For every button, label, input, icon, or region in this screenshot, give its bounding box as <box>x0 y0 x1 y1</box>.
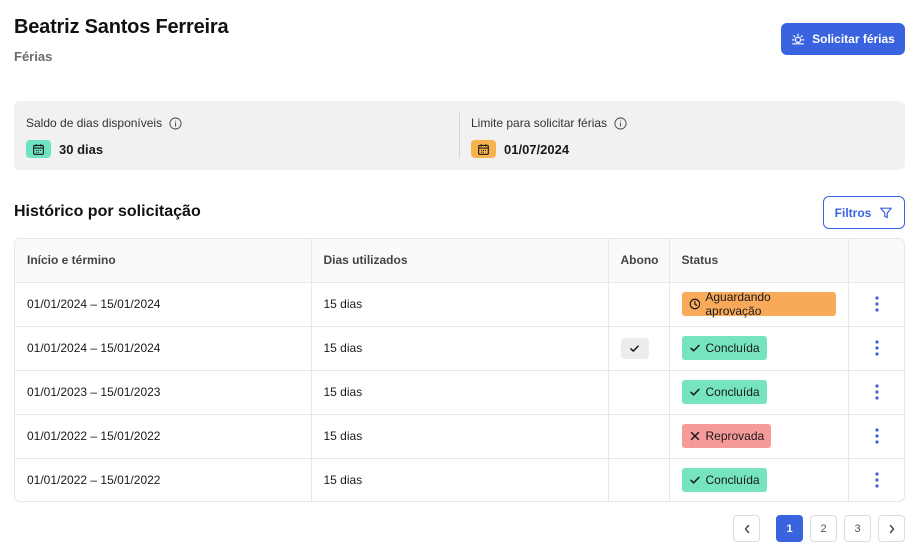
column-header-period: Início e término <box>15 239 311 283</box>
check-icon <box>689 344 700 352</box>
kebab-menu-icon <box>875 340 879 356</box>
filters-button[interactable]: Filtros <box>823 196 905 229</box>
kebab-menu-icon <box>875 296 879 312</box>
request-limit-label: Limite para solicitar férias <box>471 116 608 130</box>
period-cell: 01/01/2024 – 15/01/2024 <box>15 326 311 371</box>
abono-check <box>620 337 649 359</box>
chevron-right-icon <box>889 524 894 533</box>
history-table: Início e término Dias utilizados Abono S… <box>14 238 905 502</box>
pagination: 1 2 3 <box>733 515 905 542</box>
balance-card: Saldo de dias disponíveis 30 dias Limite… <box>14 101 905 170</box>
table-row: 01/01/2024 – 15/01/2024 15 dias Aguardan… <box>15 282 904 327</box>
status-badge: Concluída <box>681 336 767 360</box>
row-menu-button[interactable] <box>861 384 895 400</box>
request-limit-value: 01/07/2024 <box>504 141 570 157</box>
check-icon <box>689 388 700 396</box>
status-cell: Aguardando aprovação <box>668 282 848 327</box>
request-vacation-label: Solicitar férias <box>812 32 895 46</box>
calendar-icon <box>26 140 51 158</box>
column-header-abono: Abono <box>607 239 669 283</box>
page-header: Beatriz Santos Ferreira Férias Solicitar… <box>14 16 905 64</box>
abono-cell <box>607 282 669 327</box>
row-menu-button[interactable] <box>861 428 895 444</box>
check-icon <box>630 344 639 352</box>
clock-icon <box>689 298 700 310</box>
status-cell: Concluída <box>668 458 848 501</box>
page-button-1[interactable]: 1 <box>776 515 803 542</box>
status-cell: Reprovada <box>668 414 848 459</box>
history-title: Histórico por solicitação <box>14 203 201 220</box>
calendar-icon <box>471 140 496 158</box>
row-menu-button[interactable] <box>861 296 895 312</box>
page-subtitle: Férias <box>14 49 53 64</box>
next-page-button[interactable] <box>878 515 905 542</box>
status-badge: Reprovada <box>681 424 772 448</box>
prev-page-button[interactable] <box>733 515 760 542</box>
actions-cell <box>847 458 904 501</box>
actions-cell <box>847 370 904 415</box>
request-vacation-button[interactable]: Solicitar férias <box>781 23 905 55</box>
actions-cell <box>847 414 904 459</box>
status-badge: Concluída <box>681 468 767 493</box>
info-icon[interactable] <box>169 116 182 130</box>
table-row: 01/01/2024 – 15/01/2024 15 dias Concluíd… <box>15 326 904 371</box>
status-badge: Aguardando aprovação <box>681 290 836 318</box>
days-used-cell: 15 dias <box>310 370 608 415</box>
abono-cell <box>607 370 669 415</box>
days-used-cell: 15 dias <box>310 326 608 371</box>
chevron-left-icon <box>744 524 749 533</box>
row-menu-button[interactable] <box>861 472 895 488</box>
period-cell: 01/01/2023 – 15/01/2023 <box>15 370 311 415</box>
status-cell: Concluída <box>668 370 848 415</box>
row-menu-button[interactable] <box>861 340 895 356</box>
page-button-3[interactable]: 3 <box>844 515 871 542</box>
actions-cell <box>847 326 904 371</box>
available-days-panel: Saldo de dias disponíveis 30 dias <box>14 101 459 170</box>
abono-cell <box>607 414 669 459</box>
actions-cell <box>847 282 904 327</box>
kebab-menu-icon <box>875 384 879 400</box>
filters-label: Filtros <box>834 205 872 220</box>
check-icon <box>689 476 700 484</box>
column-header-actions <box>847 239 904 283</box>
abono-cell <box>607 458 669 501</box>
period-cell: 01/01/2022 – 15/01/2022 <box>27 473 161 488</box>
request-limit-panel: Limite para solicitar férias 01/07/2024 <box>459 101 905 170</box>
kebab-menu-icon <box>875 472 879 488</box>
column-header-status: Status <box>668 239 848 283</box>
days-used-cell: 15 dias <box>310 458 608 501</box>
column-header-days-used: Dias utilizados <box>310 239 608 283</box>
sun-icon <box>791 33 805 45</box>
available-days-label: Saldo de dias disponíveis <box>26 116 163 130</box>
days-used-cell: 15 dias <box>310 414 608 459</box>
available-days-value: 30 dias <box>59 141 104 157</box>
page-button-2[interactable]: 2 <box>810 515 837 542</box>
employee-name: Beatriz Santos Ferreira <box>14 16 229 38</box>
table-row: 01/01/2022 – 15/01/2022 15 dias Concluíd… <box>15 458 904 501</box>
x-icon <box>690 431 699 441</box>
table-header-row: Início e término Dias utilizados Abono S… <box>15 239 904 283</box>
abono-cell <box>607 326 669 371</box>
status-cell: Concluída <box>668 326 848 371</box>
filter-funnel-icon <box>880 207 893 218</box>
kebab-menu-icon <box>875 428 879 444</box>
period-cell: 01/01/2024 – 15/01/2024 <box>15 282 311 327</box>
table-row: 01/01/2022 – 15/01/2022 15 dias Reprovad… <box>15 414 904 459</box>
status-badge: Concluída <box>681 380 767 404</box>
period-cell: 01/01/2022 – 15/01/2022 <box>15 414 311 459</box>
info-icon[interactable] <box>614 116 627 130</box>
days-used-cell: 15 dias <box>310 282 608 327</box>
table-row: 01/01/2023 – 15/01/2023 15 dias Concluíd… <box>15 370 904 415</box>
